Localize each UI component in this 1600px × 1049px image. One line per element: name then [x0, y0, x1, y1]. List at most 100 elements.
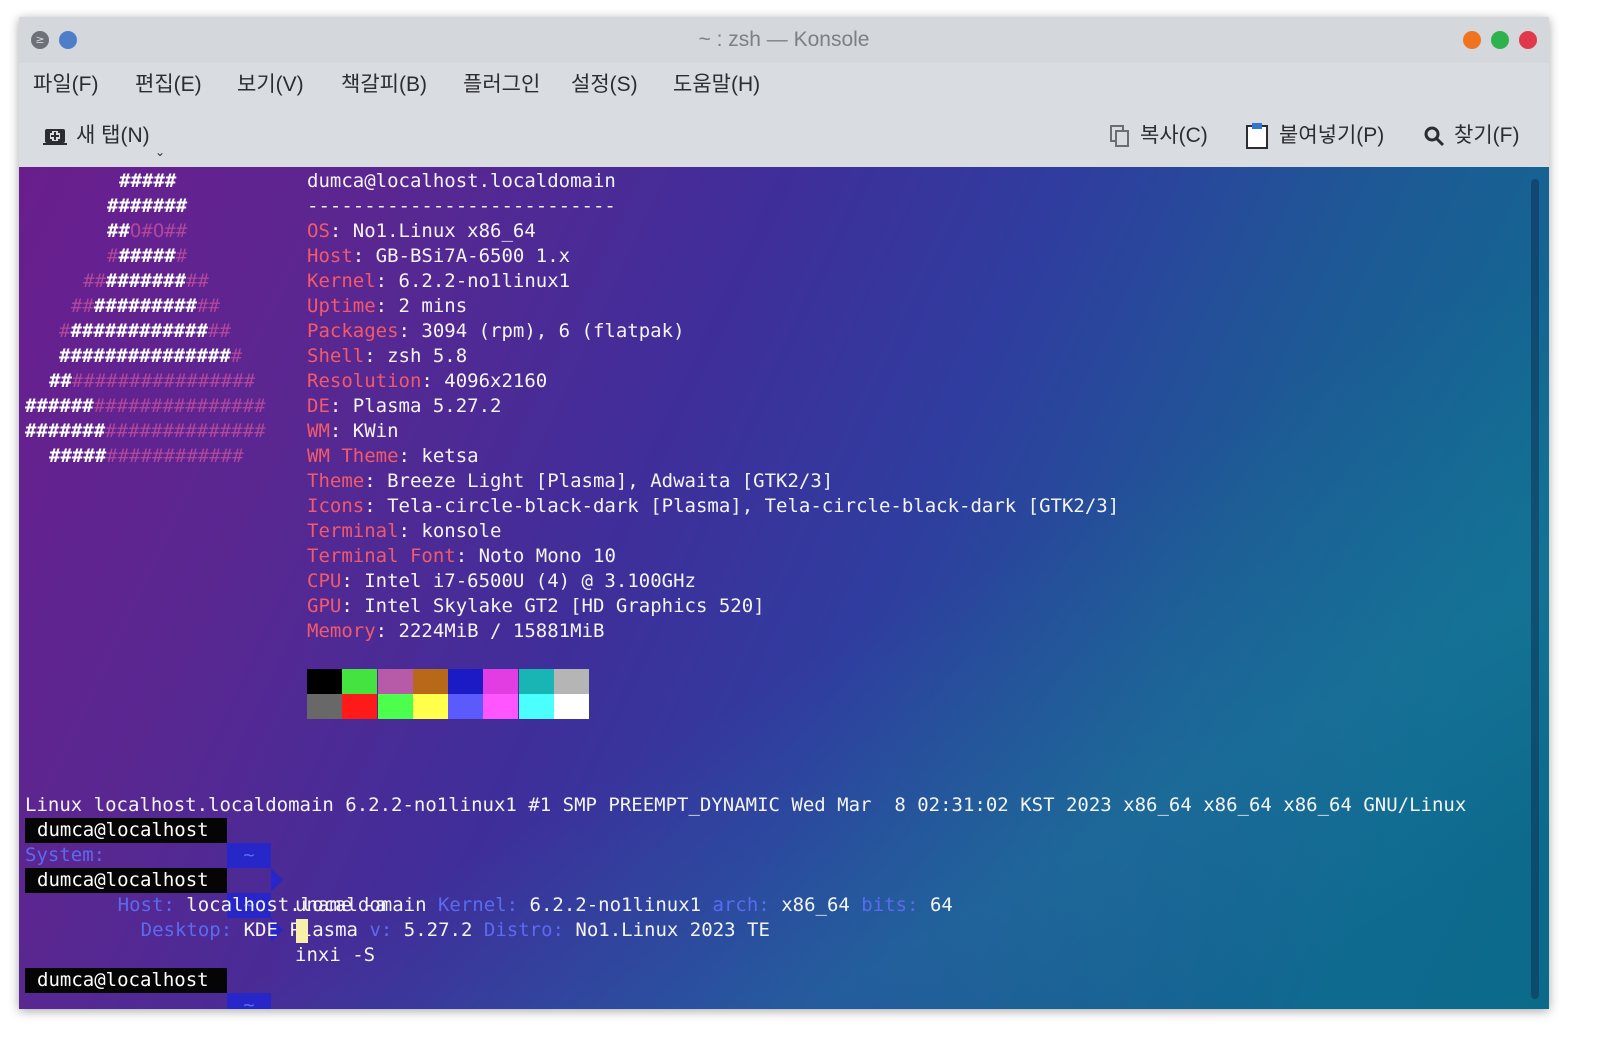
palette-swatch — [553, 694, 589, 719]
prompt-user: dumca@localhost — [25, 968, 227, 993]
inxi-bits-value: 64 — [929, 894, 953, 916]
search-icon — [1424, 126, 1445, 147]
neofetch-info-key: Kernel — [307, 270, 376, 292]
neofetch-info-key: Host — [307, 245, 353, 267]
terminal-scrollbar[interactable] — [1531, 179, 1539, 999]
menu-settings[interactable]: 설정(S) — [571, 71, 638, 99]
neofetch-info-row: Kernel: 6.2.2-no1linux1 — [307, 270, 571, 292]
neofetch-info-value: Intel Skylake GT2 [HD Graphics 520] — [364, 595, 765, 617]
ascii-logo-row: ############### — [59, 320, 231, 342]
neofetch-info-key: Uptime — [307, 295, 376, 317]
prompt-dir: ~ — [227, 843, 271, 868]
neofetch-info-row: WM Theme: ketsa — [307, 445, 479, 467]
neofetch-info-row: Shell: zsh 5.8 — [307, 345, 468, 367]
menu-file[interactable]: 파일(F) — [33, 71, 98, 99]
neofetch-info-value: Breeze Light [Plasma], Adwaita [GTK2/3] — [387, 470, 834, 492]
paste-label: 붙여넣기(P) — [1279, 124, 1385, 147]
window-title: ~ : zsh — Konsole — [698, 28, 870, 51]
palette-swatch — [307, 694, 342, 719]
find-button[interactable]: 찾기(F) — [1423, 121, 1519, 151]
inxi-host-line: Host: localhost.localdomain Kernel: 6.2.… — [49, 868, 953, 916]
clipboard-icon — [1246, 123, 1268, 149]
neofetch-info-key: Terminal Font — [307, 545, 456, 567]
neofetch-info-key: CPU — [307, 570, 342, 592]
neofetch-info-value: 3094 (rpm), 6 (flatpak) — [421, 320, 685, 342]
palette-swatch — [307, 669, 342, 694]
palette-swatch — [518, 669, 554, 694]
inxi-bits-label: bits: — [861, 894, 919, 916]
neofetch-info-row: Memory: 2224MiB / 15881MiB — [307, 620, 605, 642]
ascii-logo-row: ################# — [49, 445, 244, 467]
title-bar[interactable]: ≥ ~ : zsh — Konsole — [19, 17, 1549, 63]
ascii-logo-row: ##################### — [25, 420, 266, 442]
neofetch-info-value: No1.Linux x86_64 — [352, 220, 536, 242]
close-button[interactable] — [1519, 31, 1537, 49]
neofetch-info-value: Intel i7-6500U (4) @ 3.100GHz — [364, 570, 696, 592]
prompt-line: dumca@localhost ~ — [19, 918, 1519, 1009]
neofetch-info-key: OS — [307, 220, 330, 242]
prompt-line: dumca@localhost ~ uname -a — [19, 768, 1519, 916]
neofetch-info-value: 6.2.2-no1linux1 — [398, 270, 571, 292]
minimize-button[interactable] — [1463, 31, 1481, 49]
new-tab-icon — [43, 129, 67, 145]
konsole-window: ≥ ~ : zsh — Konsole 파일(F) 편집(E) 보기(V) 책갈… — [19, 17, 1549, 1009]
neofetch-info-key: Memory — [307, 620, 376, 642]
ascii-logo-row: ####### — [107, 195, 188, 217]
menu-plugins[interactable]: 플러그인 — [463, 71, 540, 99]
neofetch-info-key: DE — [307, 395, 330, 417]
neofetch-info-key: Shell — [307, 345, 365, 367]
new-tab-label: 새 탭(N) — [76, 124, 150, 147]
inxi-arch-value: x86_64 — [781, 894, 850, 916]
command-text: inxi -S — [295, 944, 376, 966]
chevron-down-icon[interactable]: ⌄ — [155, 145, 165, 159]
neofetch-info-value: Tela-circle-black-dark [Plasma], Tela-ci… — [387, 495, 1120, 517]
neofetch-info-row: GPU: Intel Skylake GT2 [HD Graphics 520] — [307, 595, 765, 617]
neofetch-info-value: Plasma 5.27.2 — [352, 395, 502, 417]
ascii-logo-row: ##### — [119, 170, 177, 192]
neofetch-info-key: Theme — [307, 470, 365, 492]
palette-swatch — [377, 669, 413, 694]
neofetch-info-key: Packages — [307, 320, 399, 342]
neofetch-info-value: GB-BSi7A-6500 1.x — [375, 245, 571, 267]
neofetch-info-row: Theme: Breeze Light [Plasma], Adwaita [G… — [307, 470, 834, 492]
neofetch-info-key: GPU — [307, 595, 342, 617]
neofetch-info-row: Uptime: 2 mins — [307, 295, 468, 317]
prompt-line: dumca@localhost ~ inxi -S — [19, 818, 1519, 966]
menu-bar: 파일(F) 편집(E) 보기(V) 책갈피(B) 플러그인 설정(S) 도움말(… — [19, 63, 1549, 107]
palette-swatch — [448, 669, 483, 694]
menu-view[interactable]: 보기(V) — [237, 71, 304, 99]
inxi-desktop-line: Desktop: KDE Plasma v: 5.27.2 Distro: No… — [72, 893, 770, 941]
neofetch-info-value: Noto Mono 10 — [478, 545, 616, 567]
ascii-logo-row: ################ — [59, 345, 243, 367]
paste-button[interactable]: 붙여넣기(P) — [1244, 121, 1384, 151]
neofetch-info-row: Terminal Font: Noto Mono 10 — [307, 545, 616, 567]
copy-button[interactable]: 복사(C) — [1109, 121, 1208, 151]
neofetch-info-row: Resolution: 4096x2160 — [307, 370, 548, 392]
ascii-logo-row: ##O#O## — [107, 220, 188, 242]
menu-bookmarks[interactable]: 책갈피(B) — [341, 71, 427, 99]
neofetch-info-row: Host: GB-BSi7A-6500 1.x — [307, 245, 571, 267]
neofetch-info-key: Terminal — [307, 520, 399, 542]
neofetch-info-value: KWin — [352, 420, 399, 442]
palette-swatch — [342, 694, 378, 719]
neofetch-info-value: konsole — [421, 520, 502, 542]
menu-help[interactable]: 도움말(H) — [673, 71, 760, 99]
ascii-logo-row: ############# — [71, 295, 220, 317]
neofetch-info-row: DE: Plasma 5.27.2 — [307, 395, 502, 417]
neofetch-info-key: Icons — [307, 495, 365, 517]
ascii-logo-row: ################## — [49, 370, 256, 392]
uname-output: Linux localhost.localdomain 6.2.2-no1lin… — [25, 794, 1467, 816]
neofetch-info-key: WM Theme — [307, 445, 399, 467]
inxi-system-label: System: — [25, 844, 106, 866]
menu-edit[interactable]: 편집(E) — [135, 71, 202, 99]
palette-swatch — [518, 694, 554, 719]
neofetch-info-row: OS: No1.Linux x86_64 — [307, 220, 536, 242]
new-tab-button[interactable]: 새 탭(N) — [43, 121, 150, 151]
terminal-view[interactable]: ##### ####### ##O#O## ####### ########### ###… — [19, 167, 1549, 1009]
find-label: 찾기(F) — [1454, 124, 1520, 147]
maximize-button[interactable] — [1491, 31, 1509, 49]
ascii-logo-row: ####### — [107, 245, 188, 267]
neofetch-info-value: 2224MiB / 15881MiB — [398, 620, 605, 642]
neofetch-info-value: ketsa — [421, 445, 479, 467]
text-cursor — [296, 919, 308, 943]
